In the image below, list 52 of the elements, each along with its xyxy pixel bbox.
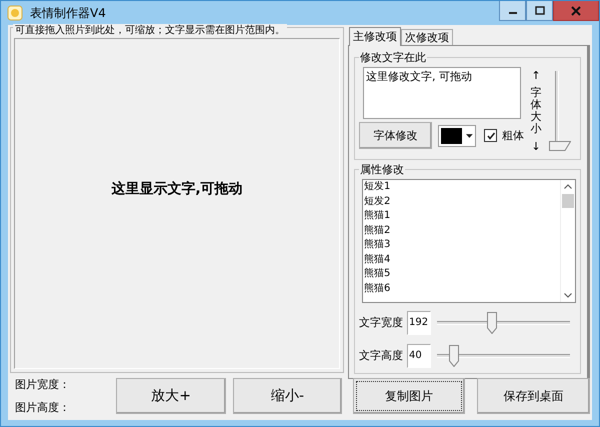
- action-button[interactable]: 放大+: [116, 378, 226, 414]
- scrollbar[interactable]: [560, 180, 575, 302]
- slider-thumb[interactable]: [549, 141, 571, 151]
- info-label: 图片高度：: [15, 400, 71, 415]
- action-button[interactable]: 保存到桌面: [476, 378, 590, 414]
- size-down-arrow: ↓: [531, 140, 541, 153]
- font-size-label: 字体大小: [530, 86, 542, 136]
- slider[interactable]: [437, 344, 570, 368]
- tab[interactable]: 主修改项: [349, 27, 401, 46]
- list-item[interactable]: 熊猫5: [363, 267, 560, 282]
- slider-label: 文字宽度: [359, 315, 404, 330]
- app-icon: [7, 5, 23, 21]
- minimize-button[interactable]: [499, 1, 526, 21]
- image-canvas[interactable]: 这里显示文字,可拖动: [14, 38, 340, 369]
- close-icon: [571, 6, 581, 16]
- font-button[interactable]: 字体修改: [359, 122, 432, 149]
- maximize-icon: [534, 6, 544, 16]
- slider-thumb[interactable]: [449, 344, 460, 366]
- slider-label: 文字高度: [359, 348, 404, 363]
- scroll-up-icon[interactable]: [564, 184, 572, 189]
- slider-thumb[interactable]: [486, 312, 497, 334]
- size-up-arrow: ↑: [531, 69, 541, 82]
- list-item[interactable]: 熊猫6: [363, 282, 560, 296]
- text-field[interactable]: 这里修改文字, 可拖动: [363, 67, 521, 119]
- list-item[interactable]: 熊猫3: [363, 238, 560, 252]
- value-field[interactable]: 40: [407, 344, 431, 368]
- group-caption: 属性修改: [359, 162, 405, 177]
- scroll-down-icon[interactable]: [564, 293, 572, 298]
- canvas-caption: 可直接拖入照片到此处，可缩放；文字显示需在图片范围内。: [13, 24, 287, 37]
- group-caption: 修改文字在此: [359, 50, 427, 65]
- list-item[interactable]: 熊猫1: [363, 209, 560, 224]
- bold-checkbox[interactable]: [484, 129, 497, 142]
- action-button[interactable]: 缩小-: [232, 378, 342, 414]
- list-item[interactable]: 熊猫4: [363, 252, 560, 267]
- maximize-button[interactable]: [526, 1, 553, 21]
- scroll-thumb[interactable]: [562, 194, 574, 208]
- list-item[interactable]: 短发1: [363, 180, 560, 194]
- color-dropdown[interactable]: [438, 124, 476, 146]
- value-field[interactable]: 192: [407, 310, 431, 334]
- dropdown-icon: [466, 134, 473, 138]
- window-title: 表情制作器V4: [30, 4, 106, 22]
- close-button[interactable]: [553, 1, 599, 21]
- list-item[interactable]: 熊猫2: [363, 224, 560, 238]
- slider[interactable]: [437, 310, 570, 334]
- overlay-text[interactable]: 这里显示文字,可拖动: [111, 180, 243, 198]
- minimize-icon: [508, 12, 516, 14]
- tab[interactable]: 次修改项: [401, 29, 453, 45]
- action-button[interactable]: 复制图片: [353, 378, 465, 414]
- info-label: 图片宽度：: [15, 377, 71, 392]
- bold-label: 粗体: [502, 128, 524, 143]
- list-box[interactable]: 短发1 短发2 熊猫1 熊猫2 熊猫3 熊猫4 熊猫5 熊猫6: [362, 179, 576, 303]
- list-item[interactable]: 短发2: [363, 194, 560, 209]
